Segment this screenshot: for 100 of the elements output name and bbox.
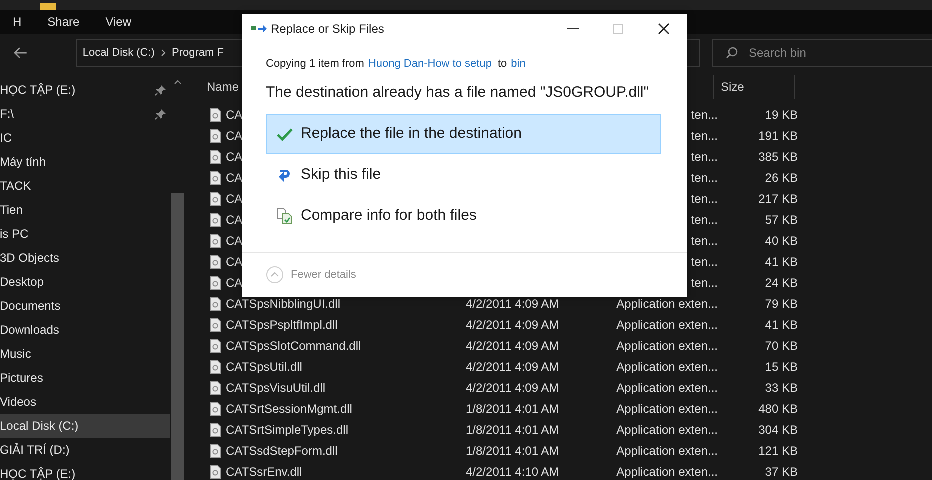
sidebar-label: Pictures	[0, 370, 44, 387]
file-size: 24 KB	[765, 274, 798, 292]
dialog-option[interactable]: Compare info for both files	[266, 196, 661, 236]
sidebar-label: Music	[0, 346, 32, 363]
sidebar-item[interactable]: 3D Objects	[0, 246, 170, 270]
file-name[interactable]: CA	[226, 168, 243, 186]
file-icon	[210, 276, 221, 290]
sidebar-label: Máy tính	[0, 154, 46, 171]
sidebar-item[interactable]: GIẢI TRÍ (D:)	[0, 438, 170, 462]
file-name[interactable]: CA	[226, 126, 243, 144]
file-type: ten...	[691, 106, 718, 124]
file-type: ten...	[691, 274, 718, 292]
sidebar-label: is PC	[0, 226, 29, 243]
back-arrow-icon[interactable]	[14, 47, 28, 59]
date-modified: 4/2/2011 4:09 AM	[466, 338, 560, 352]
file-type: ten...	[691, 212, 718, 228]
file-type: ten...	[691, 148, 718, 166]
file-icon	[210, 360, 221, 374]
sidebar-item[interactable]: F:\	[0, 102, 170, 126]
file-size: 26 KB	[765, 170, 798, 186]
ribbon-tab[interactable]: Share	[48, 13, 80, 31]
ribbon-tab[interactable]: H	[13, 13, 22, 31]
file-type: ten...	[691, 128, 718, 144]
file-name[interactable]: CA	[226, 232, 243, 250]
file-name[interactable]: CATSsrEnv.dll	[226, 462, 302, 480]
sidebar-item[interactable]: HỌC TẬP (E:)	[0, 78, 170, 102]
sidebar-item[interactable]: Music	[0, 342, 170, 366]
file-type: Application exten...	[616, 296, 718, 312]
dialog-option[interactable]: Skip this file	[266, 155, 661, 195]
sidebar-item[interactable]: IC	[0, 126, 170, 150]
chevron-up-icon[interactable]	[174, 80, 182, 85]
dialog-title: Replace or Skip Files	[271, 21, 384, 38]
breadcrumb[interactable]: Program F	[172, 44, 224, 62]
close-icon[interactable]	[658, 23, 670, 35]
file-name[interactable]: CATSpsNibblingUI.dll	[226, 294, 340, 312]
sidebar-item[interactable]: Desktop	[0, 270, 170, 294]
sidebar-label: Local Disk (C:)	[0, 418, 79, 435]
file-name[interactable]: CA	[226, 190, 243, 208]
column-header[interactable]: Size	[714, 78, 794, 96]
target-link[interactable]: bin	[511, 56, 526, 72]
date-modified: 4/2/2011 4:10 AM	[466, 464, 560, 478]
file-size: 217 KB	[758, 190, 798, 208]
file-name[interactable]: CATSrtSimpleTypes.dll	[226, 420, 348, 438]
file-size: 19 KB	[765, 106, 798, 124]
ribbon-tab[interactable]: View	[106, 13, 132, 31]
file-size: 304 KB	[758, 422, 798, 438]
file-name[interactable]: CATSpsUtil.dll	[226, 358, 302, 376]
file-icon	[210, 338, 221, 352]
sidebar-label: 3D Objects	[0, 250, 60, 267]
file-icon	[210, 464, 221, 478]
file-type: Application exten...	[616, 422, 718, 438]
file-icon	[210, 150, 221, 164]
file-icon	[210, 296, 221, 310]
file-name[interactable]: CA	[226, 106, 243, 124]
sidebar-item[interactable]: Tien	[0, 198, 170, 222]
sidebar-item[interactable]: is PC	[0, 222, 170, 246]
date-modified: 4/2/2011 4:09 AM	[466, 318, 560, 332]
file-type: ten...	[691, 190, 718, 208]
sidebar-item[interactable]: Pictures	[0, 366, 170, 390]
dialog-option[interactable]: Replace the file in the destination	[266, 114, 661, 154]
file-size: 41 KB	[765, 316, 798, 334]
date-modified: 4/2/2011 4:09 AM	[466, 360, 560, 374]
copy-files-icon	[251, 24, 267, 34]
file-name[interactable]: CA	[226, 210, 243, 228]
file-name[interactable]: CA	[226, 252, 243, 270]
breadcrumb[interactable]: Local Disk (C:)	[82, 44, 155, 62]
file-name[interactable]: CATSpsVisuUtil.dll	[226, 378, 326, 396]
pin-icon[interactable]	[155, 84, 166, 96]
file-name[interactable]: CATSpsPspltfImpl.dll	[226, 316, 338, 334]
sidebar-item[interactable]: Máy tính	[0, 150, 170, 174]
scrollbar-thumb[interactable]	[171, 193, 184, 480]
sidebar-item[interactable]: Videos	[0, 390, 170, 414]
search-icon	[726, 47, 738, 59]
sidebar-label: IC	[0, 130, 12, 147]
sidebar-item[interactable]: TACK	[0, 174, 170, 198]
pin-icon[interactable]	[155, 108, 166, 120]
file-size: 121 KB	[758, 442, 798, 460]
file-name[interactable]: CATSsdStepForm.dll	[226, 442, 338, 460]
file-size: 70 KB	[765, 338, 798, 354]
file-type: Application exten...	[616, 380, 718, 396]
file-icon	[210, 170, 221, 184]
source-link[interactable]: Huong Dan-How to setup	[368, 56, 492, 72]
copying-text: to	[498, 57, 508, 72]
date-modified: 4/2/2011 4:09 AM	[466, 380, 560, 394]
sidebar-item[interactable]: Documents	[0, 294, 170, 318]
file-size: 15 KB	[765, 358, 798, 376]
search-field[interactable]: Search bin	[712, 39, 932, 67]
sidebar-item[interactable]: Downloads	[0, 318, 170, 342]
minimize-icon[interactable]	[567, 28, 579, 30]
date-modified: 4/2/2011 4:09 AM	[466, 296, 560, 310]
file-name[interactable]: CATSrtSessionMgmt.dll	[226, 400, 352, 418]
sidebar-label: GIẢI TRÍ (D:)	[0, 442, 70, 459]
curved-arrow-icon	[278, 167, 292, 183]
sidebar-label: Desktop	[0, 274, 44, 291]
file-name[interactable]: CATSpsSlotCommand.dll	[226, 336, 362, 354]
file-name[interactable]: CA	[226, 274, 243, 292]
file-name[interactable]: CA	[226, 148, 243, 166]
sidebar-item[interactable]: Local Disk (C:)	[0, 414, 170, 438]
file-size: 41 KB	[765, 254, 798, 270]
file-size: 480 KB	[758, 400, 798, 418]
